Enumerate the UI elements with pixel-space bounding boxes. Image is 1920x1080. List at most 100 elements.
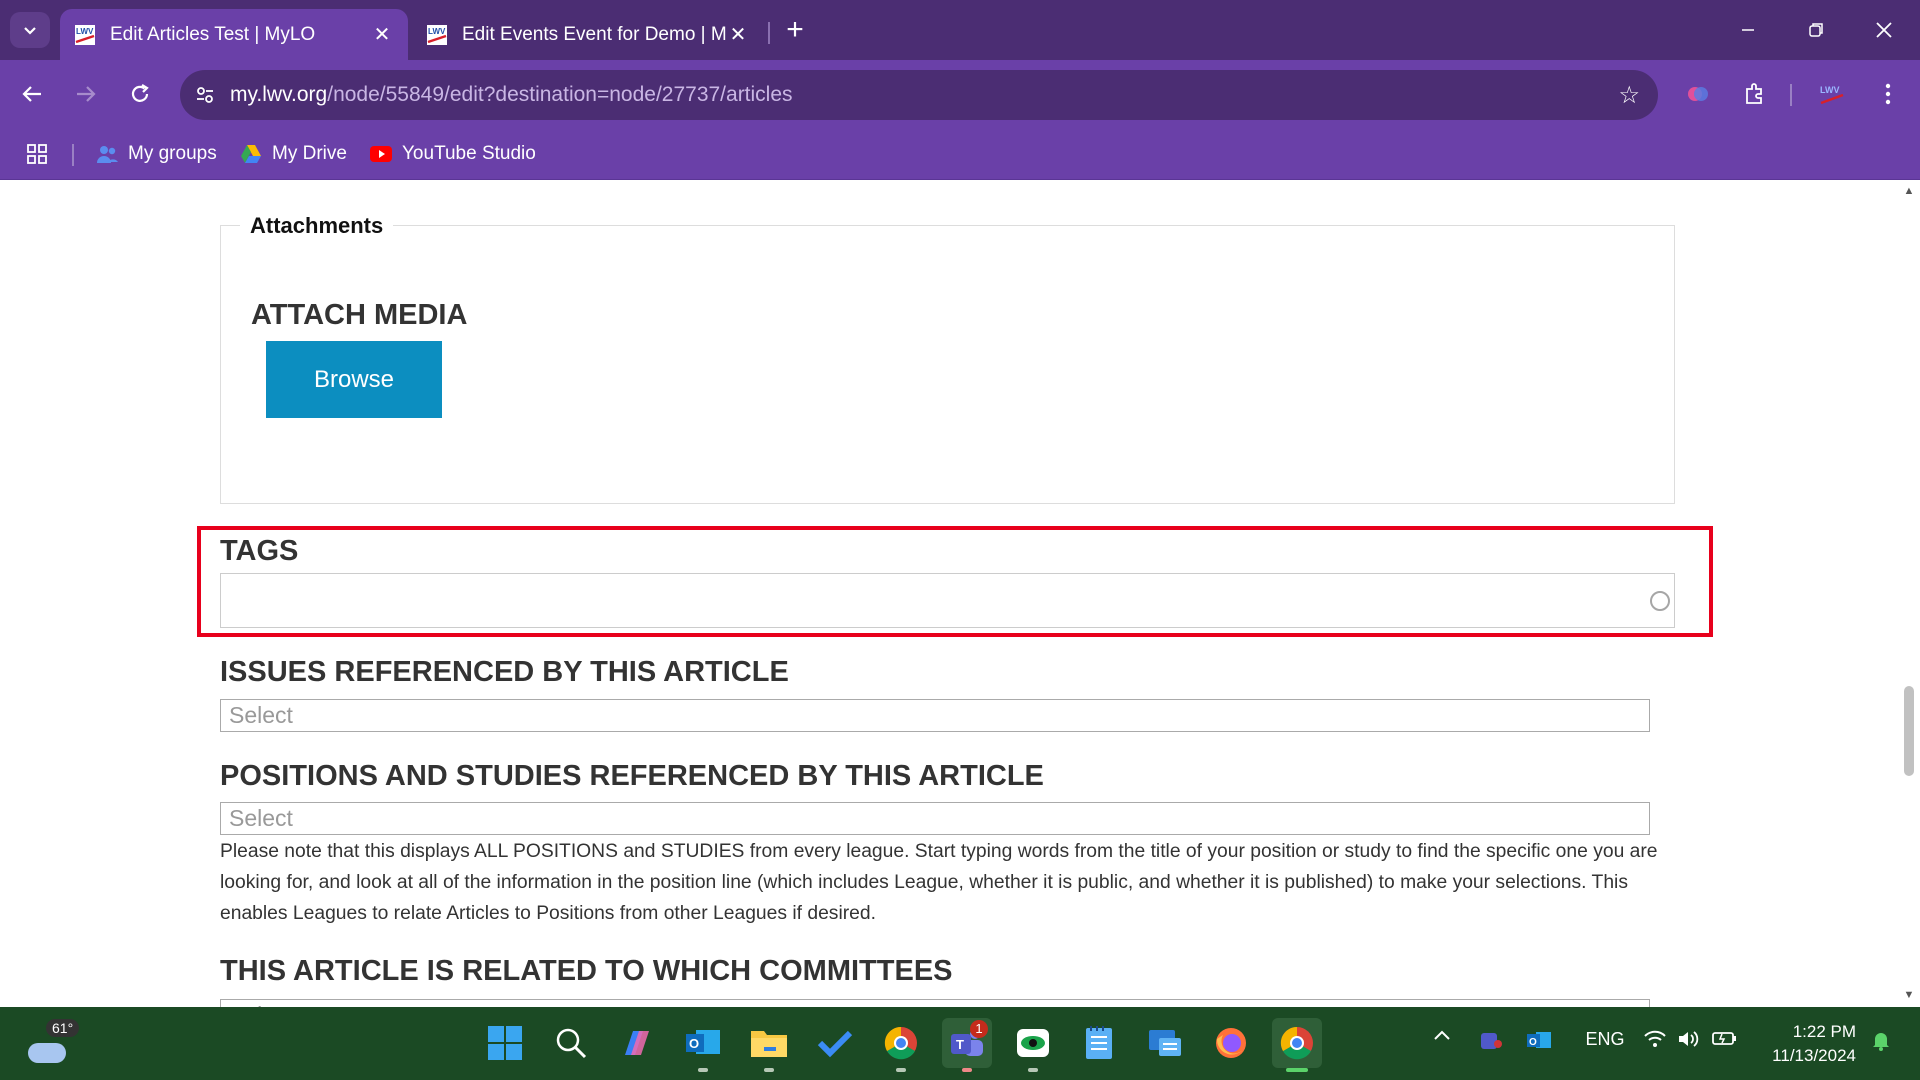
positions-select[interactable]: Select — [220, 802, 1650, 835]
tab-edit-articles[interactable]: LWV Edit Articles Test | MyLO ✕ — [60, 9, 408, 60]
active-indicator — [1286, 1068, 1308, 1072]
input-language[interactable]: ENG — [1580, 1029, 1630, 1050]
toolbar-divider — [1790, 84, 1792, 106]
bookmarks-bar: My groups My Drive YouTube Studio — [0, 128, 1920, 180]
close-icon[interactable]: ✕ — [370, 23, 394, 47]
page-content: Attachments ATTACH MEDIA Browse TAGS ISS… — [0, 181, 1898, 1007]
search-icon — [556, 1028, 587, 1059]
bookmark-youtube-studio[interactable]: YouTube Studio — [370, 138, 536, 170]
browse-button[interactable]: Browse — [266, 341, 442, 418]
page-scrollbar[interactable]: ▲ ▼ — [1898, 181, 1920, 1007]
svg-text:O: O — [689, 1036, 699, 1051]
close-icon — [1876, 22, 1892, 38]
url-text: my.lwv.org/node/55849/edit?destination=n… — [230, 83, 793, 107]
remote-desktop-app[interactable] — [1140, 1018, 1190, 1068]
forward-button[interactable] — [66, 74, 106, 114]
tab-search-button[interactable] — [10, 12, 50, 48]
running-indicator — [962, 1068, 972, 1072]
tags-input[interactable] — [220, 573, 1675, 628]
clock-time: 1:22 PM — [1792, 1022, 1856, 1041]
svg-text:O: O — [1529, 1037, 1537, 1048]
checkmark-icon — [817, 1030, 853, 1058]
firefox-app[interactable] — [1206, 1018, 1256, 1068]
windows-logo-icon — [488, 1026, 522, 1060]
address-bar[interactable]: my.lwv.org/node/55849/edit?destination=n… — [180, 70, 1658, 120]
lwv-favicon-icon: LWV — [75, 24, 95, 45]
running-indicator — [764, 1068, 774, 1072]
bookmark-star-icon[interactable]: ☆ — [1618, 81, 1640, 110]
committees-label: THIS ARTICLE IS RELATED TO WHICH COMMITT… — [220, 955, 953, 987]
close-icon[interactable]: ✕ — [726, 23, 750, 47]
scroll-down-arrow-icon[interactable]: ▼ — [1902, 989, 1916, 1003]
url-host: my.lwv.org — [230, 83, 328, 106]
restore-button[interactable] — [1782, 0, 1850, 60]
notification-bell-icon[interactable] — [1866, 1029, 1896, 1051]
minimize-button[interactable] — [1714, 0, 1782, 60]
bookmark-my-drive[interactable]: My Drive — [240, 138, 347, 170]
weather-temp: 61° — [46, 1019, 80, 1037]
weather-widget[interactable]: 61° — [24, 1019, 80, 1069]
youtube-studio-icon — [370, 143, 392, 165]
tab-divider — [768, 22, 770, 44]
more-menu-icon[interactable] — [1868, 74, 1908, 114]
reload-button[interactable] — [120, 74, 160, 114]
tab-strip: LWV Edit Articles Test | MyLO ✕ LWV Edit… — [0, 0, 1920, 60]
teams-app[interactable]: T 1 — [942, 1018, 992, 1072]
todo-app[interactable] — [810, 1018, 860, 1068]
profile-avatar-icon[interactable]: LWV — [1812, 74, 1852, 114]
scroll-up-arrow-icon[interactable]: ▲ — [1902, 185, 1916, 199]
greenshot-app[interactable] — [1008, 1018, 1058, 1072]
issues-label: ISSUES REFERENCED BY THIS ARTICLE — [220, 656, 789, 688]
site-info-icon[interactable] — [180, 85, 230, 105]
svg-text:T: T — [956, 1037, 964, 1052]
notepad-app[interactable] — [1074, 1018, 1124, 1068]
remote-desktop-icon — [1149, 1030, 1181, 1056]
issues-select[interactable]: Select — [220, 699, 1650, 732]
svg-text:LWV: LWV — [1820, 85, 1840, 95]
close-window-button[interactable] — [1850, 0, 1918, 60]
tab-edit-events[interactable]: LWV Edit Events Event for Demo | My ✕ — [412, 9, 764, 60]
camera-eye-icon — [1017, 1029, 1049, 1057]
browser-toolbar: my.lwv.org/node/55849/edit?destination=n… — [0, 60, 1920, 128]
clock-date: 11/13/2024 — [1772, 1046, 1856, 1065]
extensions-icon[interactable] — [1734, 74, 1774, 114]
bookmark-label: YouTube Studio — [402, 143, 536, 164]
firefox-icon — [1216, 1028, 1246, 1058]
chevron-down-icon — [24, 27, 36, 35]
arrow-right-icon — [77, 86, 96, 102]
wifi-icon[interactable] — [1640, 1029, 1670, 1049]
bookmark-label: My groups — [128, 143, 217, 164]
reload-icon — [131, 84, 149, 102]
copilot-app[interactable] — [612, 1018, 662, 1068]
new-tab-button[interactable]: + — [778, 14, 812, 48]
volume-icon[interactable] — [1674, 1029, 1704, 1049]
outlook-tray-icon[interactable]: O — [1524, 1029, 1554, 1051]
restore-icon — [1809, 23, 1823, 37]
back-button[interactable] — [12, 74, 52, 114]
show-hidden-icons-chevron-icon[interactable] — [1428, 1029, 1456, 1041]
cloud-icon — [28, 1043, 66, 1063]
chrome-app[interactable] — [1272, 1018, 1322, 1072]
system-clock[interactable]: 1:22 PM 11/13/2024 — [1756, 1020, 1856, 1068]
committees-select[interactable]: Select — [220, 999, 1650, 1007]
google-drive-icon — [240, 143, 262, 165]
folder-icon — [751, 1031, 787, 1057]
outlook-app[interactable]: O — [678, 1018, 728, 1072]
teams-tray-icon[interactable] — [1476, 1029, 1506, 1051]
autocomplete-throbber-icon — [1650, 591, 1670, 611]
bookmarks-divider — [72, 144, 74, 166]
file-explorer-app[interactable] — [744, 1018, 794, 1072]
chrome-profile-app[interactable] — [876, 1018, 926, 1072]
extension-profile-icon[interactable] — [1678, 74, 1718, 114]
apps-grid-icon[interactable] — [26, 138, 48, 170]
windows-taskbar: 61° O T 1 O ENG 1:22 PM 11/13/2024 — [0, 1007, 1920, 1080]
lwv-favicon-icon: LWV — [427, 24, 447, 45]
tab-title: Edit Events Event for Demo | My — [462, 23, 726, 45]
minimize-icon — [1742, 29, 1754, 31]
bookmark-my-groups[interactable]: My groups — [96, 138, 217, 170]
scrollbar-thumb[interactable] — [1904, 686, 1914, 776]
battery-icon[interactable] — [1710, 1029, 1740, 1047]
tags-label: TAGS — [220, 535, 299, 567]
start-button[interactable] — [480, 1018, 530, 1068]
search-button[interactable] — [546, 1018, 596, 1068]
